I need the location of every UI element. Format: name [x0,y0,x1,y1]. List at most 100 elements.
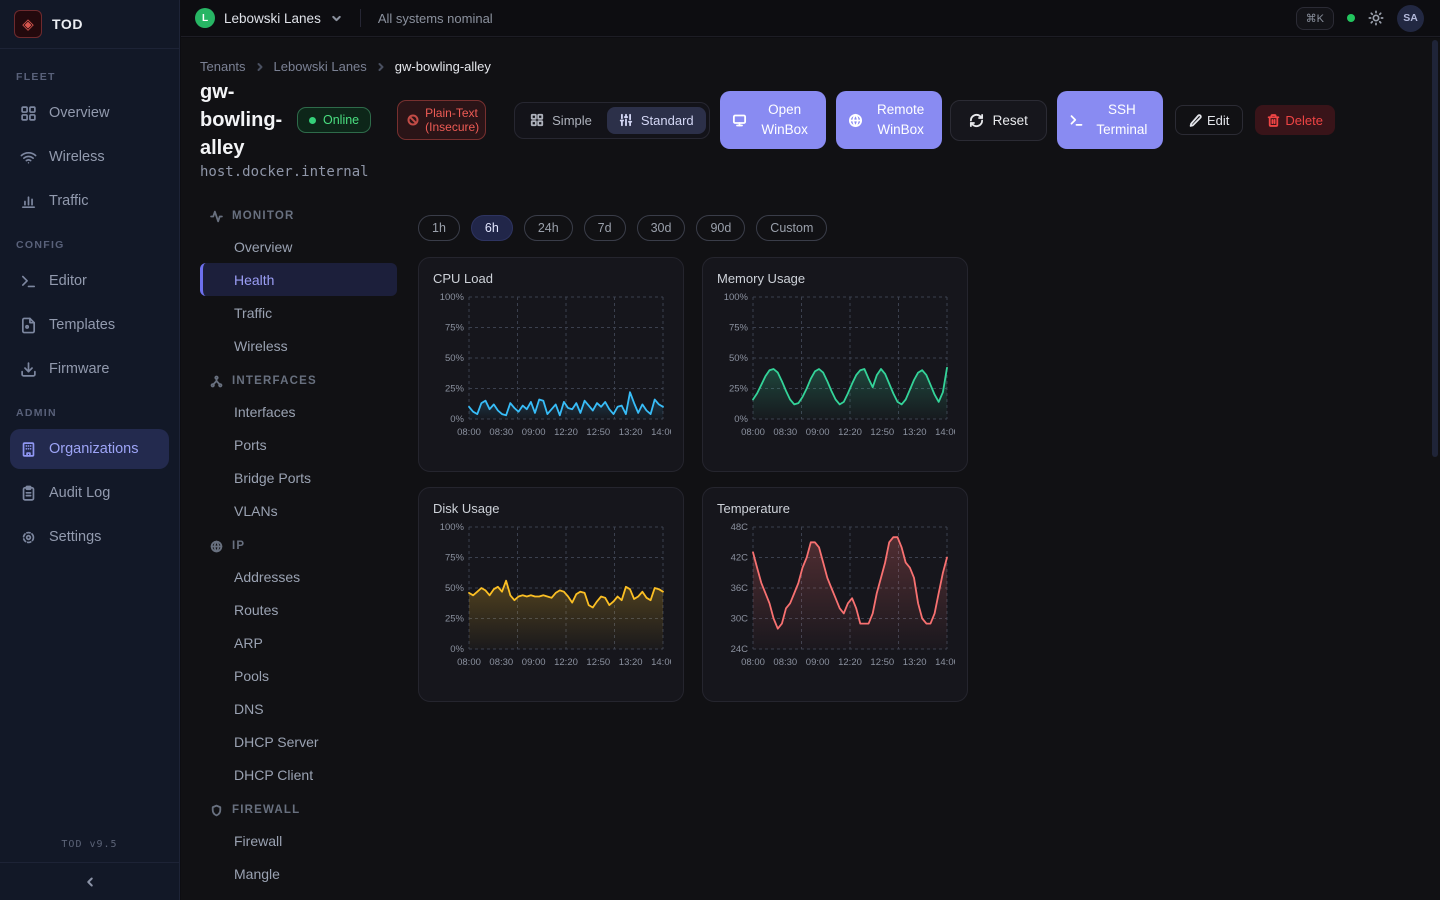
svg-text:08:30: 08:30 [773,657,797,668]
time-range-6h[interactable]: 6h [471,215,513,241]
building-icon [20,441,37,458]
sidebar-section-admin: ADMIN [10,399,169,429]
device-nav-item-traffic[interactable]: Traffic [200,296,397,329]
mode-standard-button[interactable]: Standard [607,107,706,134]
mode-simple-button[interactable]: Simple [518,107,604,134]
device-nav-item-wireless[interactable]: Wireless [200,329,397,362]
sidebar-item-firmware[interactable]: Firmware [10,349,169,389]
device-nav-item-firewall[interactable]: Firewall [200,824,397,857]
sidebar-item-wireless[interactable]: Wireless [10,137,169,177]
device-nav: MONITOR Overview Health Traffic Wireless… [200,197,397,890]
edit-label: Edit [1207,113,1229,128]
ssh-terminal-button[interactable]: SSH Terminal [1057,91,1163,149]
svg-text:13:20: 13:20 [619,657,643,668]
chevron-right-icon [254,61,266,73]
device-nav-item-dhcp-server[interactable]: DHCP Server [200,725,397,758]
svg-text:12:50: 12:50 [586,427,610,438]
time-range-30d[interactable]: 30d [637,215,686,241]
svg-text:36C: 36C [731,583,749,594]
sun-icon [1368,10,1384,26]
sidebar-item-label: Templates [49,317,115,333]
reset-button[interactable]: Reset [950,100,1047,141]
device-nav-item-pools[interactable]: Pools [200,659,397,692]
edit-button[interactable]: Edit [1175,105,1243,135]
scrollbar-thumb[interactable] [1432,40,1438,457]
theme-toggle-button[interactable] [1368,10,1384,26]
chart-title: Disk Usage [433,501,669,516]
wifi-icon [20,149,37,166]
time-range-1h[interactable]: 1h [418,215,460,241]
device-nav-item-vlans[interactable]: VLANs [200,494,397,527]
open-winbox-button[interactable]: Open WinBox [720,91,826,149]
sidebar-item-organizations[interactable]: Organizations [10,429,169,469]
remote-winbox-button[interactable]: Remote WinBox [836,91,942,149]
tenant-selector[interactable]: L Lebowski Lanes [195,8,343,28]
svg-text:24C: 24C [731,644,749,655]
app-version: TOD v9.5 [0,829,179,862]
device-nav-item-addresses[interactable]: Addresses [200,560,397,593]
time-range-24h[interactable]: 24h [524,215,573,241]
svg-text:100%: 100% [440,292,465,303]
time-range-7d[interactable]: 7d [584,215,626,241]
svg-text:50%: 50% [445,583,465,594]
device-nav-item-interfaces[interactable]: Interfaces [200,395,397,428]
time-range-custom[interactable]: Custom [756,215,827,241]
svg-text:13:20: 13:20 [903,427,927,438]
network-icon [210,375,223,388]
terminal-icon [1069,113,1084,128]
device-nav-item-dns[interactable]: DNS [200,692,397,725]
chart-card-disk-usage: Disk Usage 100%75%50%25%0%08:0008:3009:0… [418,487,684,702]
breadcrumb-tenant[interactable]: Lebowski Lanes [274,59,367,74]
sidebar-item-traffic[interactable]: Traffic [10,181,169,221]
refresh-icon [969,113,984,128]
app-logo-icon: ◈ [14,10,42,38]
open-winbox-label: Open WinBox [756,100,814,140]
device-nav-section-firewall: FIREWALL [200,796,397,824]
svg-text:75%: 75% [445,323,465,334]
sliders-icon [619,113,633,127]
sidebar-collapse-button[interactable] [0,862,179,900]
svg-text:14:00: 14:00 [651,427,671,438]
device-nav-item-arp[interactable]: ARP [200,626,397,659]
svg-text:12:20: 12:20 [838,657,862,668]
gear-icon [20,529,37,546]
device-nav-item-health[interactable]: Health [200,263,397,296]
system-status-text: All systems nominal [378,11,493,26]
temperature-chart: 48C42C36C30C24C08:0008:3009:0012:2012:50… [717,519,955,681]
sidebar-item-label: Editor [49,273,87,289]
device-nav-item-dhcp-client[interactable]: DHCP Client [200,758,397,791]
sidebar-item-audit-log[interactable]: Audit Log [10,473,169,513]
user-avatar[interactable]: SA [1397,5,1424,32]
sidebar-item-editor[interactable]: Editor [10,261,169,301]
svg-text:13:20: 13:20 [903,657,927,668]
chevron-right-icon [375,61,387,73]
chevron-left-icon [83,875,97,889]
sidebar-item-label: Firmware [49,361,109,377]
app-root: ◈ TOD FLEET Overview Wireless Traffic CO… [0,0,1440,900]
topbar-divider [360,9,361,27]
svg-text:09:00: 09:00 [522,427,546,438]
device-nav-item-ports[interactable]: Ports [200,428,397,461]
sidebar-item-overview[interactable]: Overview [10,93,169,133]
terminal-icon [20,273,37,290]
device-nav-item-routes[interactable]: Routes [200,593,397,626]
sidebar-nav: FLEET Overview Wireless Traffic CONFIG E… [0,49,179,829]
device-nav-item-bridge-ports[interactable]: Bridge Ports [200,461,397,494]
svg-text:14:00: 14:00 [651,657,671,668]
svg-text:08:30: 08:30 [489,427,513,438]
delete-button[interactable]: Delete [1255,105,1335,135]
time-range-90d[interactable]: 90d [696,215,745,241]
device-nav-item-mangle[interactable]: Mangle [200,857,397,890]
device-nav-item-overview[interactable]: Overview [200,230,397,263]
clipboard-icon [20,485,37,502]
command-palette-shortcut[interactable]: ⌘K [1296,7,1334,30]
remote-winbox-label: Remote WinBox [872,100,930,140]
download-icon [20,361,37,378]
breadcrumb-tenants[interactable]: Tenants [200,59,246,74]
sidebar-item-templates[interactable]: Templates [10,305,169,345]
svg-text:08:30: 08:30 [489,657,513,668]
cpu-load-chart: 100%75%50%25%0%08:0008:3009:0012:2012:50… [433,289,671,451]
svg-text:50%: 50% [445,353,465,364]
sidebar-item-settings[interactable]: Settings [10,517,169,557]
sidebar-item-label: Settings [49,529,101,545]
